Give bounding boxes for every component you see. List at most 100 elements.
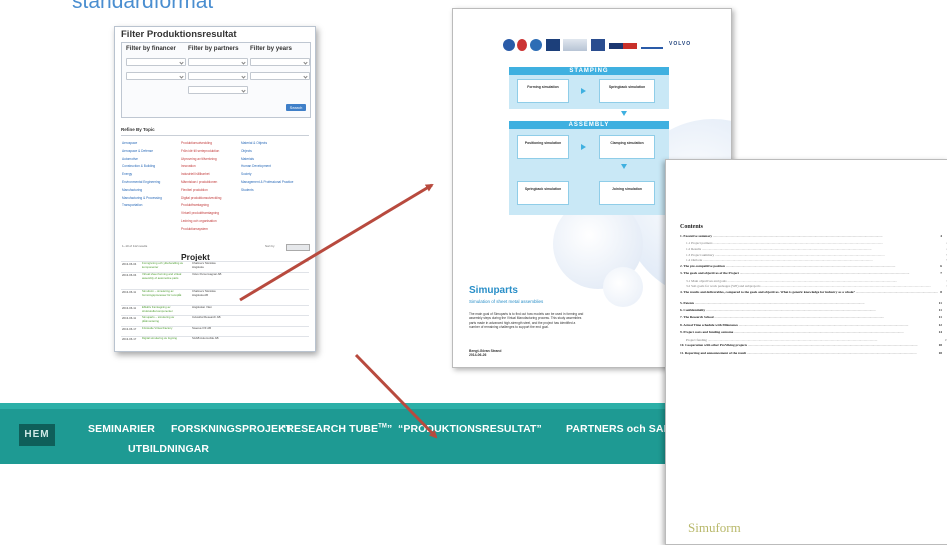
toc-entry[interactable]: 3. The goals and objectives of the Proje…: [680, 271, 942, 276]
flow-arrow-icon: [621, 111, 627, 116]
topic-link[interactable]: Transportation: [122, 203, 142, 207]
financer-select[interactable]: [126, 58, 186, 66]
topic-link[interactable]: Utprovning av tillverkning: [181, 157, 217, 161]
topic-link[interactable]: Objects: [241, 149, 252, 153]
toc-entry-page: 12: [936, 322, 942, 327]
project-title-link[interactable]: Virtual sheet forming and virtual assemb…: [142, 272, 184, 280]
toc-entry[interactable]: 5. Patents .............................…: [680, 300, 942, 305]
partners-select-3[interactable]: [188, 86, 248, 94]
topic-link[interactable]: Students: [241, 188, 254, 192]
nav-partners[interactable]: PARTNERS och SAMA: [566, 423, 665, 435]
topic-link[interactable]: Management & Professional Practice: [241, 180, 293, 184]
nav-forskningsprojekt[interactable]: FORSKNINGSPROJEKT: [171, 423, 292, 435]
ivf-logo-icon: [563, 39, 587, 51]
toc-entry[interactable]: 6. Confidentiality .....................…: [680, 308, 942, 312]
project-organization: Chalmers Tekniska Högskola AB: [192, 289, 216, 297]
topic-link[interactable]: Construction & Building: [122, 164, 155, 168]
project-title-link[interactable]: Formgivning och ytbehandling av komponen…: [142, 261, 184, 269]
website-screenshot: Filter Produktionsresultat Filter by fin…: [114, 26, 316, 352]
toc-entry-page: 14: [936, 330, 942, 335]
toc-entry-text: 3.2 Sub goals for work packages (WP) and…: [686, 284, 761, 289]
topic-link[interactable]: Produktionssystem: [181, 227, 208, 231]
toc-entry-page: 18: [936, 350, 942, 355]
topic-link[interactable]: Digital produktionsutveckling: [181, 196, 221, 200]
nav-research-tube[interactable]: “RESEARCH TUBETM”: [281, 423, 392, 435]
contents-title: Contents: [680, 224, 704, 230]
toc-entry[interactable]: 1. Executive summary ...................…: [680, 234, 942, 238]
topic-link[interactable]: Aerospace & Defense: [122, 149, 153, 153]
site-navbar: HEM SEMINARIER FORSKNINGSPROJEKT “RESEAR…: [0, 403, 665, 464]
toc-entry-text: 1.3 Project summary: [686, 252, 715, 257]
toc-entry[interactable]: 1.1 Project partners ...................…: [686, 241, 947, 246]
filter-panel: Filter by financer Filter by partners Fi…: [121, 42, 311, 118]
years-to-select[interactable]: [250, 72, 310, 80]
toc-entry[interactable]: 9. Project costs and funding outcome ...…: [680, 330, 942, 335]
topic-link[interactable]: Aerospace: [122, 141, 137, 145]
nav-seminarier[interactable]: SEMINARIER: [88, 423, 155, 435]
topic-link[interactable]: Materials: [241, 157, 254, 161]
nav-produktionsresultat[interactable]: “PRODUKTIONSRESULTAT”: [398, 423, 542, 435]
topic-link[interactable]: Environmental Engineering: [122, 180, 160, 184]
nav-research-tube-label: “RESEARCH TUBE: [281, 423, 379, 435]
project-organization: Volvo Personvagnar AB: [192, 272, 222, 276]
nav-utbildningar[interactable]: UTBILDNINGAR: [128, 443, 209, 455]
refine-title: Refine By Topic: [121, 127, 155, 132]
toc-entry[interactable]: 7. The Research School .................…: [680, 315, 942, 320]
toc-entry-text: 4. The results and deliverables, compare…: [680, 289, 855, 294]
topic-link[interactable]: Flexibel produktion: [181, 188, 208, 192]
project-date: 2013-06-17: [122, 327, 137, 331]
toc-entry-text: 1.4 Outlook: [686, 258, 703, 263]
project-title-link[interactable]: Förstudie Virtual Factory: [142, 326, 184, 331]
toc-entry[interactable]: 8. Actual Time schedule with Milestones …: [680, 322, 942, 327]
toc-entry-text: 6. Confidentiality: [680, 308, 706, 312]
partners-select-2[interactable]: [188, 72, 248, 80]
project-date: 2013-06-11: [122, 306, 137, 310]
flow-arrow-icon: [581, 88, 586, 94]
topic-link[interactable]: Produktframtagning: [181, 203, 209, 207]
toc-entry[interactable]: 11. Reporting and announcement of the re…: [680, 350, 942, 355]
topic-link[interactable]: Manufacturing & Processing: [122, 196, 162, 200]
topic-link[interactable]: Virtuell produktframtagning: [181, 211, 219, 215]
topic-link[interactable]: Ledning och organisation: [181, 219, 217, 223]
toc-entry[interactable]: 2. The pre-competitive position ........…: [680, 263, 942, 268]
toc-entry-text: 1. Executive summary: [680, 234, 713, 238]
joining-simulation-box: Joining simulation: [599, 181, 655, 205]
topic-link[interactable]: Produktionsutveckling: [181, 141, 212, 145]
project-title-link[interactable]: Simuparts – simulering av plåtmontering: [142, 315, 184, 323]
toc-entry[interactable]: 1.3 Project summary ....................…: [686, 252, 947, 257]
project-date: 2013-06-11: [122, 316, 137, 320]
simuparts-title: Simuparts: [469, 285, 518, 296]
wave-logo-icon: [641, 39, 663, 49]
toc-entry-text: 8. Actual Time schedule with Milestones: [680, 322, 738, 327]
toc-entry[interactable]: Project funding ........................…: [686, 337, 947, 342]
years-from-select[interactable]: [250, 58, 310, 66]
trademark-mark: TM: [378, 423, 387, 430]
topic-link[interactable]: Människan i produktionen: [181, 180, 217, 184]
toc-entry[interactable]: 1.2 Results ............................…: [686, 247, 947, 251]
topic-link[interactable]: Human Development: [241, 164, 271, 168]
partners-select[interactable]: [188, 58, 248, 66]
project-title-link[interactable]: Simuform – simulering av formningsproces…: [142, 289, 184, 297]
hem-logo[interactable]: HEM: [19, 424, 55, 446]
topic-link[interactable]: Automotive: [122, 157, 138, 161]
topic-link[interactable]: Energy: [122, 172, 132, 176]
toc-entry-page: 15: [942, 337, 947, 342]
topic-link[interactable]: Industriell hållbarhet: [181, 172, 210, 176]
topic-link[interactable]: Från idé till serieproduktion: [181, 149, 219, 153]
toc-entry[interactable]: 3.1 Main objectives and goals ..........…: [686, 278, 947, 283]
financer-select-2[interactable]: [126, 72, 186, 80]
toc-entry[interactable]: 10. Cooperation with other ProViking pro…: [680, 343, 942, 348]
project-title-link[interactable]: Effektiv framtagning av strukturella kom…: [142, 305, 184, 313]
search-button[interactable]: Search: [286, 104, 306, 111]
topic-link[interactable]: Manufacturing: [122, 188, 142, 192]
project-title-link[interactable]: Digital simulering av fogning: [142, 336, 184, 341]
topic-link[interactable]: Innovation: [181, 164, 196, 168]
topic-link[interactable]: Society: [241, 172, 251, 176]
toc-entry[interactable]: 3.2 Sub goals for work packages (WP) and…: [686, 284, 947, 289]
toc-entry[interactable]: 4. The results and deliverables, compare…: [680, 289, 942, 294]
sort-select[interactable]: [286, 244, 310, 251]
toc-entry[interactable]: 1.4 Outlook ............................…: [686, 258, 947, 263]
toc-entry-text: 2. The pre-competitive position: [680, 263, 725, 268]
topic-link[interactable]: Material & Objects: [241, 141, 267, 145]
positioning-simulation-box: Positioning simulation: [517, 135, 569, 159]
